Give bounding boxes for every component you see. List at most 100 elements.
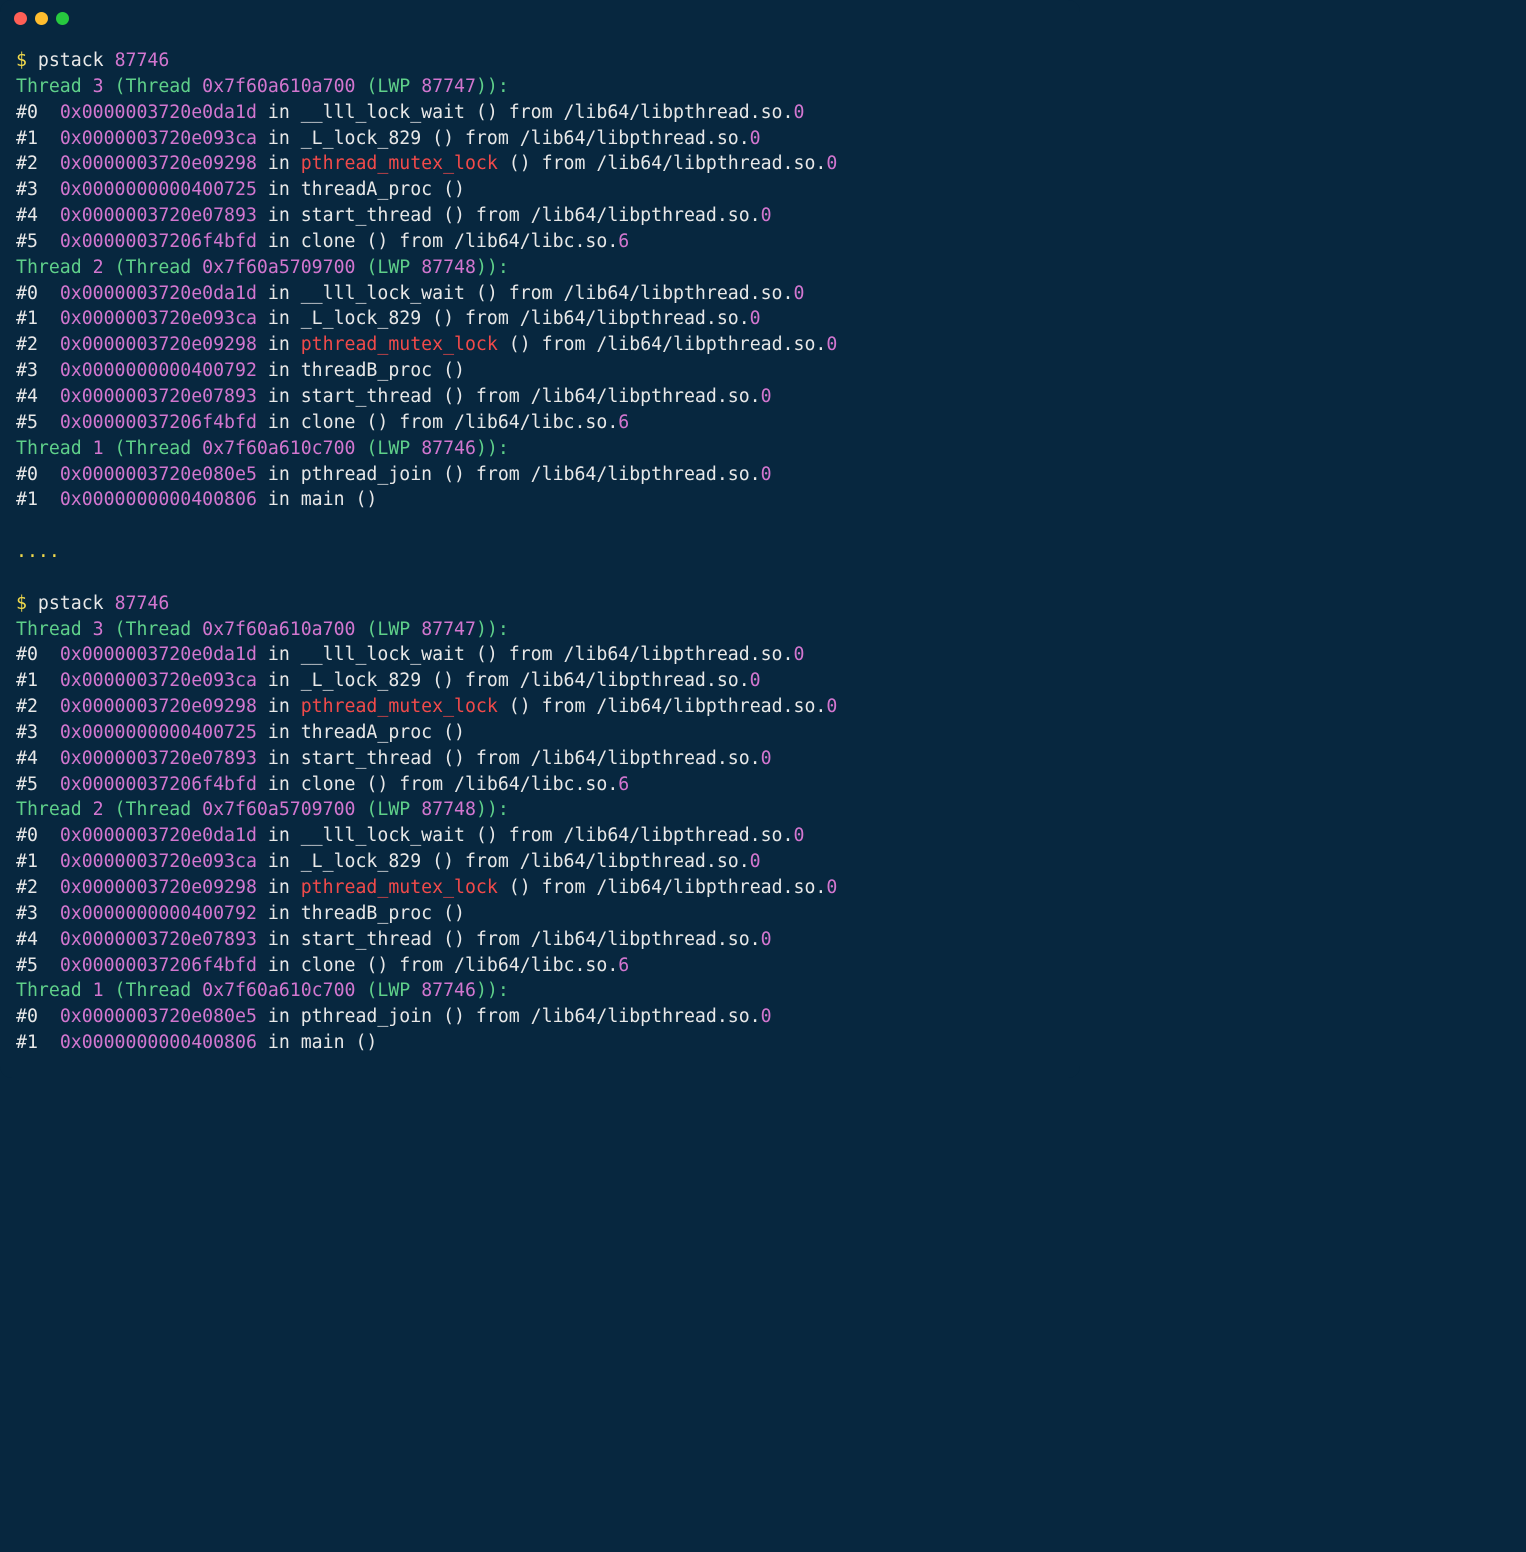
thread-label: (Thread (104, 438, 203, 459)
frame-segment: #5 (16, 774, 60, 795)
thread-number: 2 (93, 257, 104, 278)
thread-header: Thread 1 (Thread 0x7f60a610c700 (LWP 877… (16, 436, 1064, 462)
stack-frame: #3 0x0000000000400725 in threadA_proc () (16, 177, 1064, 203)
stack-frame: #1 0x0000000000400806 in main () (16, 1030, 1064, 1056)
blank-line (16, 565, 1064, 591)
stack-frame: #5 0x00000037206f4bfd in clone () from /… (16, 953, 1064, 979)
frame-segment: 6 (618, 774, 629, 795)
thread-number: 1 (93, 438, 104, 459)
frame-segment: 0x0000003720e093ca (60, 851, 257, 872)
lwp-number: 87748 (421, 257, 476, 278)
frame-segment: in clone () from /lib64/libc.so. (257, 774, 618, 795)
frame-segment: 6 (618, 412, 629, 433)
frame-segment: () from /lib64/libpthread.so. (498, 153, 827, 174)
frame-segment: 0 (826, 334, 837, 355)
stack-frame: #1 0x0000003720e093ca in _L_lock_829 () … (16, 126, 1064, 152)
frame-segment: in _L_lock_829 () from /lib64/libpthread… (257, 851, 750, 872)
minimize-icon[interactable] (35, 12, 48, 25)
thread-label: (Thread (104, 619, 203, 640)
command: pstack (38, 50, 115, 71)
thread-label: )): (476, 257, 509, 278)
thread-label: )): (476, 980, 509, 1001)
thread-label: )): (476, 799, 509, 820)
thread-address: 0x7f60a610c700 (202, 980, 355, 1001)
frame-segment: #1 (16, 308, 60, 329)
frame-segment: #4 (16, 748, 60, 769)
frame-segment: 0x0000003720e093ca (60, 128, 257, 149)
frame-segment: 0x0000000000400725 (60, 179, 257, 200)
prompt-symbol: $ (16, 50, 38, 71)
zoom-icon[interactable] (56, 12, 69, 25)
frame-segment: 0 (761, 464, 772, 485)
frame-segment: in __lll_lock_wait () from /lib64/libpth… (257, 644, 794, 665)
terminal-output[interactable]: $ pstack 87746 Thread 3 (Thread 0x7f60a61… (0, 36, 1080, 1078)
lwp-number: 87747 (421, 619, 476, 640)
thread-label: (Thread (104, 799, 203, 820)
frame-segment: in start_thread () from /lib64/libpthrea… (257, 748, 761, 769)
frame-segment: 0 (750, 670, 761, 691)
frame-segment: in __lll_lock_wait () from /lib64/libpth… (257, 102, 794, 123)
frame-segment: #2 (16, 334, 60, 355)
frame-segment: pthread_mutex_lock (301, 877, 498, 898)
thread-label: Thread (16, 799, 93, 820)
thread-address: 0x7f60a610c700 (202, 438, 355, 459)
frame-segment: 0x0000003720e07893 (60, 386, 257, 407)
thread-label: (Thread (104, 257, 203, 278)
frame-segment: in _L_lock_829 () from /lib64/libpthread… (257, 308, 750, 329)
thread-label: Thread (16, 438, 93, 459)
frame-segment: #1 (16, 128, 60, 149)
frame-segment: #3 (16, 360, 60, 381)
frame-segment: 0x0000003720e0da1d (60, 283, 257, 304)
frame-segment: in start_thread () from /lib64/libpthrea… (257, 929, 761, 950)
frame-segment: 0 (793, 283, 804, 304)
frame-segment: 6 (618, 231, 629, 252)
prompt-symbol: $ (16, 593, 38, 614)
frame-segment: #3 (16, 903, 60, 924)
command-arg: 87746 (115, 50, 170, 71)
frame-segment: 0x0000000000400806 (60, 1032, 257, 1053)
thread-label: Thread (16, 76, 93, 97)
frame-segment: 0 (826, 877, 837, 898)
frame-segment: 0 (750, 308, 761, 329)
frame-segment: 0 (761, 205, 772, 226)
frame-segment: #5 (16, 955, 60, 976)
frame-segment: 0x0000003720e07893 (60, 205, 257, 226)
stack-frame: #0 0x0000003720e0da1d in __lll_lock_wait… (16, 642, 1064, 668)
frame-segment: 0x0000003720e0da1d (60, 102, 257, 123)
stack-frame: #0 0x0000003720e0da1d in __lll_lock_wait… (16, 281, 1064, 307)
frame-segment: 0 (761, 748, 772, 769)
thread-label: )): (476, 76, 509, 97)
lwp-label: (LWP (355, 799, 421, 820)
frame-segment: #1 (16, 489, 60, 510)
frame-segment: #3 (16, 722, 60, 743)
frame-segment: in pthread_join () from /lib64/libpthrea… (257, 1006, 761, 1027)
close-icon[interactable] (14, 12, 27, 25)
frame-segment: #5 (16, 231, 60, 252)
frame-segment: #0 (16, 102, 60, 123)
stack-frame: #0 0x0000003720e080e5 in pthread_join ()… (16, 1004, 1064, 1030)
frame-segment: in threadB_proc () (257, 360, 465, 381)
frame-segment: #2 (16, 153, 60, 174)
thread-header: Thread 2 (Thread 0x7f60a5709700 (LWP 877… (16, 797, 1064, 823)
frame-segment: in pthread_join () from /lib64/libpthrea… (257, 464, 761, 485)
terminal-window: $ pstack 87746 Thread 3 (Thread 0x7f60a61… (0, 0, 1080, 1078)
frame-segment: 0x0000003720e080e5 (60, 464, 257, 485)
frame-segment: in main () (257, 1032, 377, 1053)
thread-number: 3 (93, 619, 104, 640)
stack-frame: #5 0x00000037206f4bfd in clone () from /… (16, 410, 1064, 436)
stack-frame: #2 0x0000003720e09298 in pthread_mutex_l… (16, 332, 1064, 358)
frame-segment: 0 (761, 1006, 772, 1027)
stack-frame: #2 0x0000003720e09298 in pthread_mutex_l… (16, 151, 1064, 177)
stack-frame: #1 0x0000000000400806 in main () (16, 487, 1064, 513)
frame-segment: 0 (793, 825, 804, 846)
frame-segment: #1 (16, 851, 60, 872)
frame-segment: #0 (16, 283, 60, 304)
frame-segment: 0x0000003720e09298 (60, 877, 257, 898)
stack-frame: #5 0x00000037206f4bfd in clone () from /… (16, 772, 1064, 798)
frame-segment: pthread_mutex_lock (301, 696, 498, 717)
blank-line (16, 513, 1064, 539)
stack-frame: #3 0x0000000000400725 in threadA_proc () (16, 720, 1064, 746)
frame-segment: in clone () from /lib64/libc.so. (257, 955, 618, 976)
prompt-line: $ pstack 87746 (16, 591, 1064, 617)
lwp-number: 87748 (421, 799, 476, 820)
